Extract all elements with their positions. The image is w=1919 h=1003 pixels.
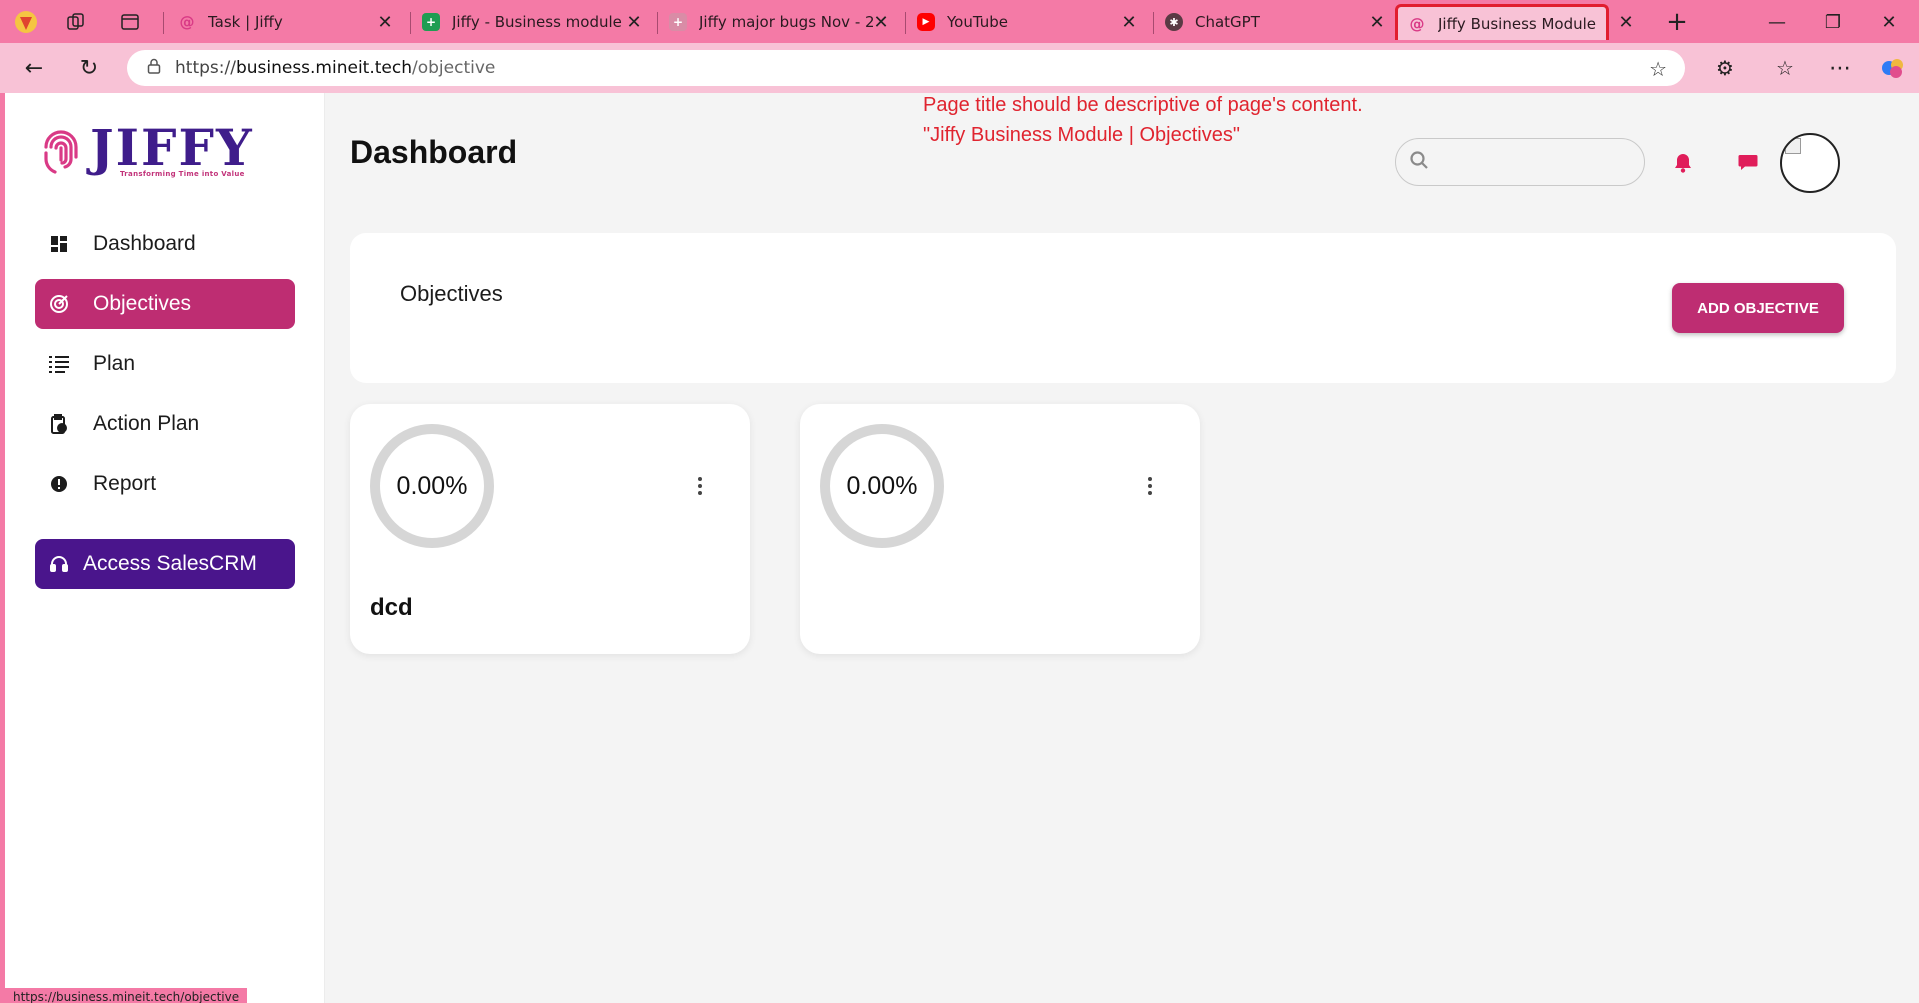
sidebar-item-label: Plan — [93, 352, 136, 375]
workspaces-icon[interactable] — [62, 9, 90, 35]
favorites-icon[interactable]: ☆ — [1770, 54, 1800, 82]
objective-card[interactable]: 0.00% dcd — [350, 404, 750, 654]
google-sheets-icon: + — [422, 13, 440, 31]
close-tab-icon[interactable]: ✕ — [1618, 12, 1634, 33]
browser-tab-5[interactable]: ✱ ChatGPT ✕ — [1155, 4, 1395, 40]
jiffy-fingerprint-icon: @ — [179, 13, 195, 31]
close-window-button[interactable]: ✕ — [1869, 8, 1909, 36]
objectives-header-panel: Objectives ADD OBJECTIVE — [350, 233, 1896, 383]
tab-title: Jiffy Business Module — [1438, 14, 1596, 33]
close-tab-icon[interactable]: ✕ — [626, 12, 642, 33]
clipboard-clock-icon — [47, 412, 71, 436]
browser-tab-4[interactable]: ▶ YouTube ✕ — [907, 4, 1147, 40]
page-title: Dashboard — [350, 134, 518, 170]
tab-title: Task | Jiffy — [208, 13, 283, 31]
objectives-section-title: Objectives — [400, 281, 503, 306]
restore-button[interactable]: ❐ — [1813, 8, 1853, 36]
list-icon — [47, 352, 71, 376]
youtube-icon: ▶ — [917, 13, 935, 31]
url-host: business.mineit.tech — [235, 58, 412, 78]
objective-card[interactable]: 0.00% — [800, 404, 1200, 654]
close-tab-icon[interactable]: ✕ — [873, 12, 889, 33]
close-tab-icon[interactable]: ✕ — [1369, 12, 1385, 33]
minimize-button[interactable]: — — [1757, 8, 1797, 36]
logo-tagline: Transforming Time into Value — [120, 170, 245, 178]
sidebar-item-label: Report — [93, 472, 157, 495]
browser-tabstrip: @ Task | Jiffy ✕ + Jiffy - Business modu… — [0, 0, 1919, 43]
headset-icon — [49, 554, 69, 574]
lock-icon — [147, 58, 161, 79]
sidebar-item-objectives[interactable]: Objectives — [35, 279, 295, 329]
objective-name: dcd — [370, 594, 413, 621]
notification-bell-icon[interactable] — [1671, 151, 1695, 175]
logo-wordmark: JIFFY — [90, 118, 254, 177]
close-tab-icon[interactable]: ✕ — [1121, 12, 1137, 33]
tab-title: YouTube — [947, 13, 1008, 31]
new-tab-button[interactable]: + — [1657, 7, 1697, 37]
google-sheets-icon: + — [669, 13, 687, 31]
status-bar-url: https://business.mineit.tech/objective — [5, 988, 248, 1003]
extensions-icon[interactable]: ⚙ — [1710, 54, 1740, 82]
close-tab-icon[interactable]: ✕ — [377, 12, 393, 33]
tab-title: Jiffy major bugs Nov - 202 — [699, 13, 873, 31]
reload-icon[interactable]: ↻ — [74, 54, 104, 82]
sidebar-item-label: Action Plan — [93, 412, 200, 435]
search-icon — [1410, 151, 1428, 173]
qa-annotation: Page title should be descriptive of page… — [923, 90, 1363, 150]
fingerprint-logo-icon — [44, 130, 78, 174]
search-input[interactable] — [1438, 153, 1628, 171]
annotation-line-2: "Jiffy Business Module | Objectives" — [923, 124, 1240, 146]
chat-message-icon[interactable] — [1736, 151, 1760, 175]
sidebar-menu: Dashboard Objectives Plan Action Plan Re… — [35, 219, 295, 519]
url-scheme: https:// — [175, 58, 236, 78]
tab-title: Jiffy - Business module - C — [452, 13, 626, 31]
close-active-tab[interactable]: ✕ — [1618, 4, 1648, 40]
more-options-icon[interactable] — [692, 474, 708, 498]
address-bar[interactable]: https://business.mineit.tech/objective ☆ — [127, 50, 1685, 86]
crm-button-label: Access SalesCRM — [83, 552, 257, 575]
more-menu-icon[interactable]: ⋯ — [1825, 54, 1855, 82]
add-objective-button[interactable]: ADD OBJECTIVE — [1672, 283, 1844, 333]
progress-ring: 0.00% — [820, 424, 944, 548]
copilot-icon[interactable] — [1878, 54, 1908, 82]
access-salescrm-button[interactable]: Access SalesCRM — [35, 539, 295, 589]
search-box[interactable] — [1395, 138, 1645, 186]
annotation-line-1: Page title should be descriptive of page… — [923, 94, 1363, 116]
tab-title: ChatGPT — [1195, 13, 1260, 31]
browser-toolbar: ← ↻ https://business.mineit.tech/objecti… — [0, 43, 1919, 93]
broken-image-icon — [1785, 138, 1801, 154]
sidebar-item-action-plan[interactable]: Action Plan — [35, 399, 295, 449]
alert-circle-icon — [47, 472, 71, 496]
user-avatar[interactable] — [1780, 133, 1840, 193]
browser-tab-1[interactable]: @ Task | Jiffy ✕ — [168, 4, 403, 40]
favorite-star-icon[interactable]: ☆ — [1649, 57, 1667, 81]
browser-tab-3[interactable]: + Jiffy major bugs Nov - 202 ✕ — [659, 4, 899, 40]
sidebar-item-label: Dashboard — [93, 232, 196, 255]
browser-tab-active[interactable]: @ Jiffy Business Module — [1395, 4, 1609, 40]
vertical-tabs-icon[interactable] — [116, 9, 144, 35]
url-path: /objective — [412, 58, 496, 78]
chatgpt-icon: ✱ — [1165, 13, 1183, 31]
more-options-icon[interactable] — [1142, 474, 1158, 498]
jiffy-fingerprint-icon: @ — [1409, 14, 1425, 33]
sidebar-item-plan[interactable]: Plan — [35, 339, 295, 389]
back-arrow-icon[interactable]: ← — [19, 54, 49, 82]
browser-profile-icon[interactable] — [12, 9, 40, 35]
sidebar: JIFFY Transforming Time into Value Dashb… — [5, 93, 325, 1003]
target-icon — [47, 292, 71, 316]
sidebar-item-report[interactable]: Report — [35, 459, 295, 509]
web-page: JIFFY Transforming Time into Value Dashb… — [5, 93, 1919, 1003]
jiffy-logo[interactable]: JIFFY Transforming Time into Value — [40, 118, 254, 178]
browser-tab-2[interactable]: + Jiffy - Business module - C ✕ — [412, 4, 652, 40]
sidebar-item-dashboard[interactable]: Dashboard — [35, 219, 295, 269]
dashboard-grid-icon — [47, 232, 71, 256]
sidebar-item-label: Objectives — [93, 292, 192, 315]
progress-ring: 0.00% — [370, 424, 494, 548]
